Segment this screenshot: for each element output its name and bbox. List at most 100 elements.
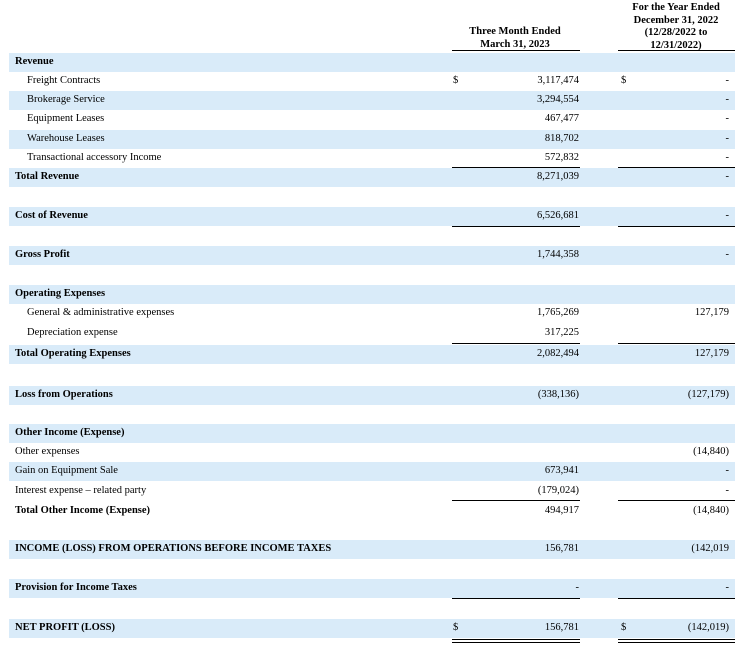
subtotal-underline	[452, 343, 580, 344]
value-q1-2023: 818,702	[544, 133, 579, 144]
subtotal-underline	[618, 226, 735, 227]
value-2022: (142,019)	[687, 622, 729, 633]
row-interest-expense: Interest expense – related party (179,02…	[9, 482, 735, 501]
row-total-other-income: Total Other Income (Expense) 494,917 (14…	[9, 502, 735, 521]
row-label: Cost of Revenue	[15, 210, 88, 221]
double-underline	[618, 642, 735, 643]
row-label: Brokerage Service	[27, 94, 105, 105]
value-2022: -	[725, 133, 730, 144]
row-operating-expenses-heading: Operating Expenses	[9, 285, 735, 304]
double-underline	[452, 639, 580, 640]
value-q1-2023: 467,477	[544, 113, 579, 124]
row-label: Equipment Leases	[27, 113, 105, 124]
row-label: Other Income (Expense)	[15, 427, 125, 438]
row-label: Warehouse Leases	[27, 133, 105, 144]
value-2022: -	[725, 582, 730, 593]
row-label: General & administrative expenses	[27, 307, 175, 318]
row-general-administrative: General & administrative expenses 1,765,…	[9, 304, 735, 323]
row-label: Depreciation expense	[27, 327, 118, 338]
column-header-three-months: Three Month Ended March 31, 2023	[450, 26, 580, 51]
row-label: Gain on Equipment Sale	[15, 465, 118, 476]
row-revenue-heading: Revenue	[9, 53, 735, 72]
column-header-line: For the Year Ended	[632, 2, 720, 13]
value-2022: -	[725, 152, 730, 163]
value-q1-2023: 673,941	[544, 465, 579, 476]
value-2022: -	[725, 249, 730, 260]
currency-symbol: $	[621, 75, 627, 86]
value-2022: 127,179	[694, 307, 729, 318]
value-q1-2023: 6,526,681	[537, 210, 579, 221]
value-2022: -	[725, 465, 730, 476]
value-q1-2023: 3,117,474	[537, 75, 579, 86]
value-q1-2023: (338,136)	[537, 389, 579, 400]
row-provision-income-taxes: Provision for Income Taxes - -	[9, 579, 735, 598]
subtotal-underline	[452, 500, 580, 501]
row-label: Interest expense – related party	[15, 485, 147, 496]
value-2022: (14,840)	[693, 446, 729, 457]
value-2022: -	[725, 75, 730, 86]
row-label: Transactional accessory Income	[27, 152, 162, 163]
row-loss-from-operations: Loss from Operations (338,136) (127,179)	[9, 386, 735, 405]
value-2022: -	[725, 94, 730, 105]
value-q1-2023: -	[575, 582, 580, 593]
row-gain-on-equipment-sale: Gain on Equipment Sale 673,941 -	[9, 462, 735, 481]
column-header-line: December 31, 2022	[633, 14, 719, 26]
subtotal-underline	[452, 226, 580, 227]
row-equipment-leases: Equipment Leases 467,477 -	[9, 110, 735, 129]
value-2022: (127,179)	[687, 389, 729, 400]
column-header-year-ended: For the Year Ended December 31, 2022 (12…	[612, 2, 740, 52]
value-q1-2023: 1,744,358	[537, 249, 579, 260]
row-cost-of-revenue: Cost of Revenue 6,526,681 -	[9, 207, 735, 226]
header-underline	[618, 50, 735, 51]
currency-symbol: $	[621, 622, 627, 633]
value-q1-2023: 494,917	[544, 505, 579, 516]
row-label: Total Operating Expenses	[15, 348, 131, 359]
row-label: Total Other Income (Expense)	[15, 505, 151, 516]
header-underline	[452, 50, 580, 51]
row-brokerage-service: Brokerage Service 3,294,554 -	[9, 91, 735, 110]
currency-symbol: $	[453, 75, 459, 86]
row-label: Freight Contracts	[27, 75, 101, 86]
double-underline	[618, 639, 735, 640]
row-label: Gross Profit	[15, 249, 70, 260]
row-income-before-taxes: INCOME (LOSS) FROM OPERATIONS BEFORE INC…	[9, 540, 735, 559]
subtotal-underline	[618, 343, 735, 344]
value-2022: -	[725, 113, 730, 124]
value-q1-2023: 3,294,554	[537, 94, 579, 105]
subtotal-underline	[618, 598, 735, 599]
value-2022: -	[725, 210, 730, 221]
value-q1-2023: 1,765,269	[537, 307, 579, 318]
row-label: NET PROFIT (LOSS)	[15, 622, 115, 633]
row-label: Total Revenue	[15, 171, 80, 182]
row-other-income-heading: Other Income (Expense)	[9, 424, 735, 443]
double-underline	[452, 642, 580, 643]
value-2022: -	[725, 485, 730, 496]
row-total-operating-expenses: Total Operating Expenses 2,082,494 127,1…	[9, 345, 735, 364]
row-label: Revenue	[15, 56, 54, 67]
currency-symbol: $	[453, 622, 459, 633]
row-depreciation: Depreciation expense 317,225	[9, 324, 735, 343]
row-gross-profit: Gross Profit 1,744,358 -	[9, 246, 735, 265]
row-total-revenue: Total Revenue 8,271,039 -	[9, 168, 735, 187]
value-q1-2023: (179,024)	[537, 485, 579, 496]
row-other-expenses: Other expenses (14,840)	[9, 443, 735, 462]
value-q1-2023: 572,832	[544, 152, 579, 163]
row-label: INCOME (LOSS) FROM OPERATIONS BEFORE INC…	[15, 543, 332, 554]
column-header-line: Three Month Ended	[469, 26, 561, 37]
value-q1-2023: 156,781	[544, 543, 579, 554]
row-label: Operating Expenses	[15, 288, 106, 299]
row-label: Other expenses	[15, 446, 80, 457]
subtotal-underline	[618, 500, 735, 501]
row-net-profit: NET PROFIT (LOSS) $ 156,781 $ (142,019)	[9, 619, 735, 638]
value-q1-2023: 156,781	[544, 622, 579, 633]
column-header-line: (12/28/2022 to	[644, 27, 708, 38]
value-2022: (142,019	[691, 543, 729, 554]
value-q1-2023: 317,225	[544, 327, 579, 338]
value-2022: (14,840)	[693, 505, 729, 516]
value-2022: -	[725, 171, 730, 182]
row-label: Provision for Income Taxes	[15, 582, 137, 593]
row-label: Loss from Operations	[15, 389, 113, 400]
value-q1-2023: 8,271,039	[537, 171, 579, 182]
value-q1-2023: 2,082,494	[537, 348, 579, 359]
subtotal-underline	[452, 598, 580, 599]
